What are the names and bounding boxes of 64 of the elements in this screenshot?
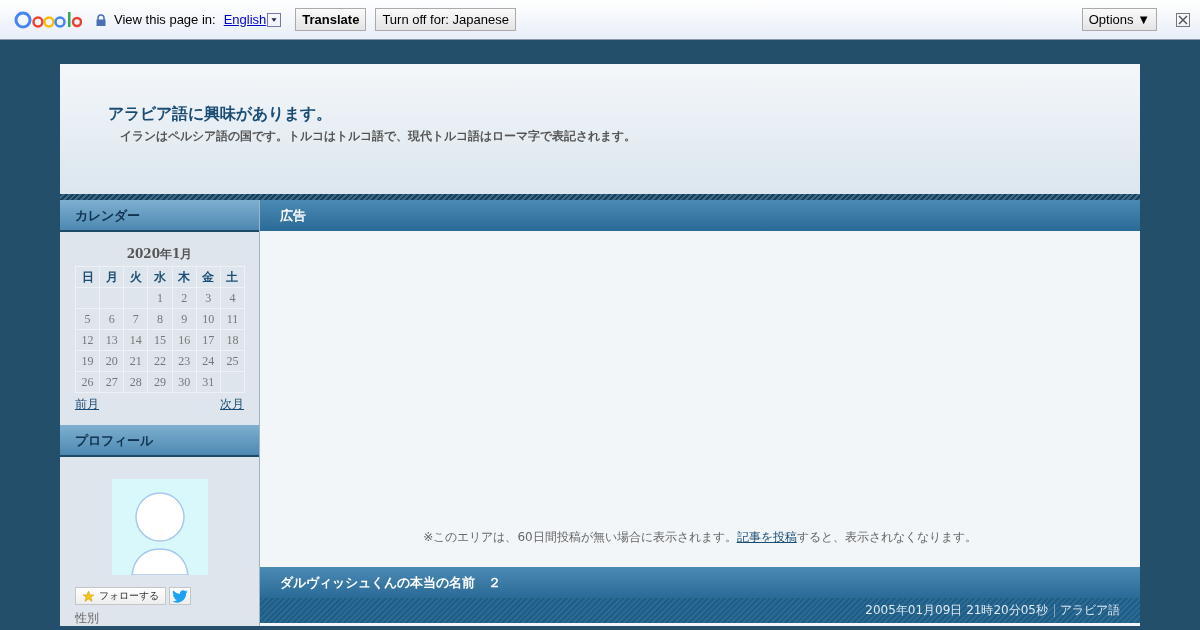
calendar-day: 4 bbox=[220, 287, 245, 309]
options-button[interactable]: Options ▼ bbox=[1081, 8, 1157, 31]
weekday-header: 火 bbox=[123, 266, 148, 288]
weekday-header: 月 bbox=[99, 266, 124, 288]
calendar-day: 15 bbox=[147, 329, 173, 351]
translate-button[interactable]: Translate bbox=[295, 8, 367, 31]
calendar-day: 19 bbox=[75, 350, 100, 372]
weekday-header: 水 bbox=[147, 266, 173, 288]
calendar-day: 8 bbox=[147, 308, 173, 330]
calendar-day: 24 bbox=[196, 350, 221, 372]
calendar-day: 10 bbox=[196, 308, 221, 330]
calendar-day: 23 bbox=[172, 350, 197, 372]
section-heading: カレンダー bbox=[60, 200, 259, 232]
calendar-day: 25 bbox=[220, 350, 245, 372]
blog-description: イランはペルシア語の国です。トルコはトルコ語で、現代トルコ語はローマ字で表記されます。 bbox=[120, 129, 637, 144]
weekday-header: 土 bbox=[220, 266, 245, 288]
calendar-day: 3 bbox=[196, 287, 221, 309]
close-icon[interactable] bbox=[1176, 12, 1190, 27]
calendar-day: 28 bbox=[123, 371, 148, 393]
calendar-day: 16 bbox=[172, 329, 197, 351]
notice-text: ※このエリアは、60日間投稿が無い場合に表示されます。記事を投稿すると、表示されなくなります。 bbox=[423, 529, 977, 546]
next-month-link[interactable]: 次月 bbox=[220, 396, 244, 413]
calendar-day: 9 bbox=[172, 308, 197, 330]
calendar-day: 27 bbox=[99, 371, 124, 393]
twitter-button[interactable] bbox=[169, 587, 191, 605]
category-link[interactable]: アラビア語 bbox=[1054, 604, 1120, 617]
section-heading: プロフィール bbox=[60, 425, 259, 457]
article-title[interactable]: ダルヴィッシュくんの本当の名前 ２ bbox=[260, 567, 1140, 598]
turn-off-button[interactable]: Turn off for: Japanese bbox=[375, 8, 516, 31]
calendar-day: 2 bbox=[172, 287, 197, 309]
dropdown-icon[interactable] bbox=[267, 12, 282, 27]
star-icon bbox=[82, 589, 95, 603]
calendar-day: 18 bbox=[220, 329, 245, 351]
calendar-day: 14 bbox=[123, 329, 148, 351]
calendar-day: 6 bbox=[99, 308, 124, 330]
calendar-day: 11 bbox=[220, 308, 245, 330]
weekday-header: 金 bbox=[196, 266, 221, 288]
calendar-day: 26 bbox=[75, 371, 100, 393]
calendar-day: 21 bbox=[123, 350, 148, 372]
blog-title[interactable]: アラビア語に興味があります。 bbox=[108, 104, 1140, 125]
article-date: 2005年01月09日 21時20分05秒 bbox=[865, 602, 1048, 619]
profile-field-label: 性別 bbox=[75, 610, 100, 627]
weekday-header: 木 bbox=[172, 266, 197, 288]
calendar-day: 20 bbox=[99, 350, 124, 372]
bird-icon bbox=[172, 589, 188, 603]
calendar-day: 12 bbox=[75, 329, 100, 351]
weekday-header: 日 bbox=[75, 266, 100, 288]
post-article-link[interactable]: 記事を投稿 bbox=[736, 530, 797, 544]
follow-button[interactable]: フォローする bbox=[75, 587, 166, 605]
calendar-day: 22 bbox=[147, 350, 173, 372]
calendar-day: 13 bbox=[99, 329, 124, 351]
calendar-day: 31 bbox=[196, 371, 221, 393]
calendar-day: 17 bbox=[196, 329, 221, 351]
calendar-day: 30 bbox=[172, 371, 197, 393]
calendar-day: 7 bbox=[123, 308, 148, 330]
language-link[interactable]: English bbox=[223, 12, 267, 27]
calendar-day: 5 bbox=[75, 308, 100, 330]
calendar-day: 29 bbox=[147, 371, 173, 393]
previous-month-link[interactable]: 前月 bbox=[75, 396, 99, 413]
section-heading: 広告 bbox=[260, 200, 1140, 231]
calendar-day: 1 bbox=[147, 287, 173, 309]
translate-prompt: View this page in: bbox=[114, 12, 216, 27]
calendar-month: 2020年1月 bbox=[125, 246, 194, 263]
lock-icon bbox=[96, 13, 106, 26]
